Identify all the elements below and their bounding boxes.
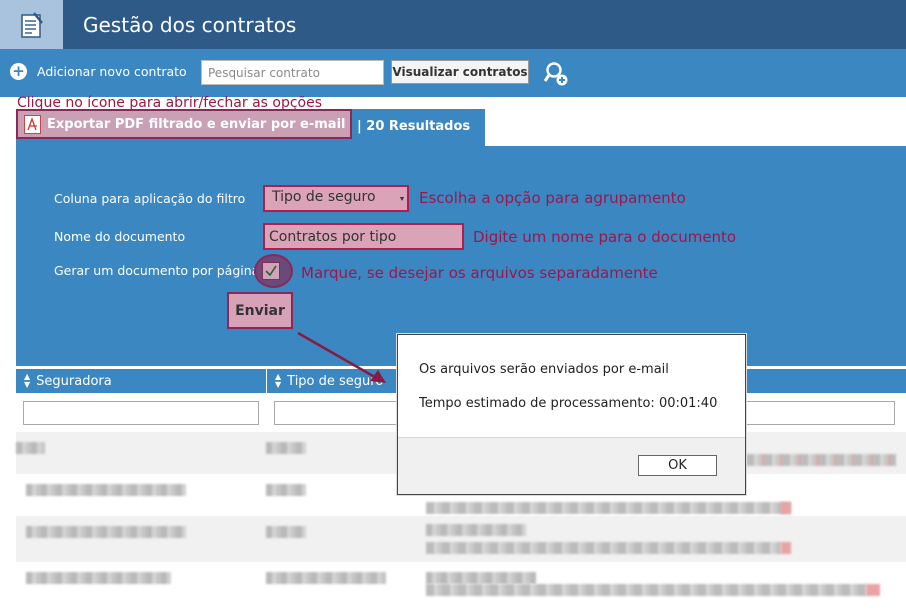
hint-name: Digite um nome para o documento: [473, 228, 737, 246]
hint-separate: Marque, se desejar os arquivos separadam…: [301, 264, 658, 282]
send-button[interactable]: Enviar: [227, 292, 293, 329]
docname-label: Nome do documento: [54, 229, 186, 244]
plus-circle-icon: +: [10, 63, 27, 80]
toolbar: + Adicionar novo contrato Visualizar con…: [0, 49, 906, 97]
dialog-body: Os arquivos serão enviados por e-mail Te…: [398, 335, 745, 437]
info-dialog: Os arquivos serão enviados por e-mail Te…: [397, 334, 746, 495]
sort-icon: ▲ ▼: [275, 372, 282, 389]
add-contract-button[interactable]: + Adicionar novo contrato: [10, 63, 187, 80]
check-icon: [265, 265, 277, 277]
per-page-label: Gerar um documento por página: [54, 263, 260, 278]
view-contracts-button[interactable]: Visualizar contratos: [391, 60, 529, 84]
column-label: Coluna para aplicação do filtro: [54, 191, 246, 206]
search-input[interactable]: [201, 60, 384, 85]
app-header: Gestão dos contratos: [0, 0, 906, 49]
add-contract-label: Adicionar novo contrato: [37, 64, 187, 79]
column-header-label: Tipo de seguro: [287, 373, 384, 389]
results-count: | 20 Resultados: [357, 119, 471, 134]
sort-icon: ▲ ▼: [24, 372, 31, 389]
table-row[interactable]: [16, 516, 906, 562]
column-filter-other[interactable]: [740, 401, 895, 425]
table-row[interactable]: [16, 562, 906, 604]
filter-panel: [16, 146, 906, 366]
notepad-icon[interactable]: [0, 0, 63, 49]
per-page-checkbox[interactable]: [262, 262, 280, 280]
dialog-estimate: Tempo estimado de processamento: 00:01:4…: [419, 396, 718, 411]
chevron-down-icon: [400, 197, 404, 201]
export-pdf-label: Exportar PDF filtrado e enviar por e-mai…: [47, 116, 346, 132]
column-filter-seguradora[interactable]: [23, 401, 259, 425]
column-header-seguradora[interactable]: ▲ ▼ Seguradora: [16, 369, 266, 393]
column-select-value: Tipo de seguro: [272, 189, 376, 205]
docname-input[interactable]: [263, 223, 464, 250]
user-search-icon[interactable]: [542, 60, 570, 88]
page-title: Gestão dos contratos: [83, 13, 297, 37]
hint-group: Escolha a opção para agrupamento: [419, 189, 686, 207]
dialog-message: Os arquivos serão enviados por e-mail: [419, 362, 669, 377]
pdf-icon: [24, 114, 41, 134]
export-pdf-tab[interactable]: Exportar PDF filtrado e enviar por e-mai…: [16, 109, 352, 139]
ok-button[interactable]: OK: [638, 455, 717, 476]
dialog-footer: OK: [398, 437, 745, 494]
column-header-label: Seguradora: [36, 373, 112, 389]
column-filter-tipo[interactable]: [274, 401, 404, 425]
column-select[interactable]: Tipo de seguro: [263, 185, 409, 212]
